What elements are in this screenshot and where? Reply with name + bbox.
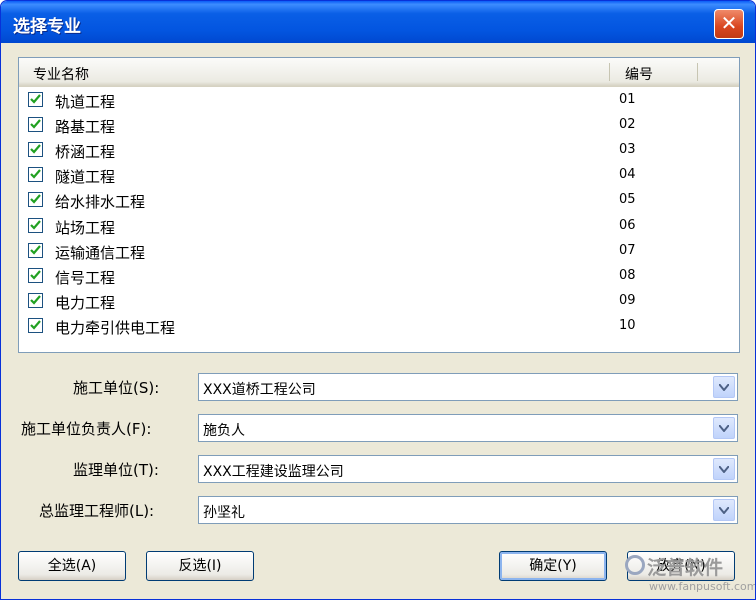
invert-selection-button[interactable]: 反选(I): [146, 551, 254, 581]
checkbox[interactable]: [28, 292, 43, 308]
checkbox[interactable]: [28, 317, 43, 333]
specialty-name: 隧道工程: [55, 168, 116, 187]
specialty-code: 08: [619, 267, 636, 283]
chevron-down-icon[interactable]: [713, 499, 735, 521]
check-icon: [30, 144, 41, 154]
list-item[interactable]: 隧道工程 04: [19, 163, 739, 188]
title-bar[interactable]: 选择专业 ✕: [1, 1, 755, 43]
construction-unit-combo[interactable]: XXX道桥工程公司: [198, 373, 738, 401]
construction-manager-combo[interactable]: 施负人: [198, 414, 738, 442]
select-all-button[interactable]: 全选(A): [18, 551, 126, 581]
chevron-down-icon[interactable]: [713, 376, 735, 398]
check-icon: [30, 194, 41, 205]
specialty-name: 电力工程: [55, 293, 116, 312]
specialty-code: 02: [619, 117, 636, 133]
specialty-name: 给水排水工程: [55, 193, 146, 212]
list-item[interactable]: 路基工程 02: [19, 113, 739, 138]
specialty-name: 运输通信工程: [55, 243, 146, 262]
specialty-name: 轨道工程: [55, 93, 116, 111]
check-icon: [30, 295, 41, 305]
check-icon: [30, 169, 41, 179]
close-button[interactable]: ✕: [714, 9, 744, 39]
checkbox[interactable]: [28, 142, 43, 158]
ok-button[interactable]: 确定(Y): [499, 551, 607, 581]
specialty-name: 桥涵工程: [55, 143, 116, 162]
list-item[interactable]: 给水排水工程 05: [19, 188, 739, 213]
window-title: 选择专业: [13, 17, 81, 37]
watermark: 泛普软件 www.fanpusoft.com: [625, 553, 755, 597]
specialty-name: 信号工程: [55, 268, 116, 287]
check-icon: [30, 119, 41, 129]
checkbox[interactable]: [28, 217, 43, 233]
list-item[interactable]: 电力牵引供电工程 10: [19, 314, 739, 339]
check-icon: [30, 94, 41, 104]
construction-manager-value: 施负人: [203, 423, 245, 439]
checkbox[interactable]: [28, 242, 43, 258]
watermark-brand: 泛普软件: [647, 557, 724, 579]
supervision-unit-label: 监理单位(T):: [73, 461, 159, 479]
specialty-code: 05: [619, 192, 636, 208]
specialty-code: 10: [619, 317, 636, 333]
list-item[interactable]: 轨道工程 01: [19, 88, 739, 113]
supervision-unit-combo[interactable]: XXX工程建设监理公司: [198, 455, 738, 483]
construction-manager-label: 施工单位负责人(F):: [21, 420, 152, 438]
list-header: 专业名称 编号: [19, 58, 739, 87]
list-item[interactable]: 桥涵工程 03: [19, 138, 739, 163]
checkbox[interactable]: [28, 167, 43, 183]
specialty-list[interactable]: 专业名称 编号 轨道工程 01 路基工程 02 桥涵工程 03 隧道工程 04 给水排水工程 05…: [18, 57, 740, 353]
construction-unit-value: XXX道桥工程公司: [203, 382, 316, 398]
chevron-down-icon[interactable]: [713, 458, 735, 480]
list-item[interactable]: 信号工程 08: [19, 264, 739, 289]
specialty-name: 电力牵引供电工程: [55, 318, 176, 337]
checkbox[interactable]: [28, 192, 43, 208]
construction-unit-label: 施工单位(S):: [73, 379, 160, 397]
chief-supervisor-value: 孙坚礼: [203, 505, 245, 521]
specialty-code: 07: [619, 242, 636, 258]
supervision-unit-value: XXX工程建设监理公司: [203, 464, 344, 480]
specialty-name: 路基工程: [55, 118, 116, 137]
list-item[interactable]: 运输通信工程 07: [19, 239, 739, 264]
specialty-code: 09: [619, 292, 636, 308]
column-header-code[interactable]: 编号: [625, 64, 653, 84]
specialty-code: 04: [619, 167, 636, 183]
checkbox[interactable]: [28, 267, 43, 283]
specialty-code: 01: [619, 92, 636, 107]
check-icon: [30, 244, 41, 255]
dialog-window: 选择专业 ✕ 专业名称 编号 轨道工程 01 路基工程 02 桥涵工程 03 隧道工程 04 给…: [0, 0, 756, 600]
column-divider[interactable]: [697, 63, 698, 81]
checkbox[interactable]: [28, 92, 43, 107]
check-icon: [30, 219, 41, 230]
watermark-url: www.fanpusoft.com: [649, 580, 756, 593]
specialty-code: 06: [619, 217, 636, 233]
column-divider[interactable]: [609, 63, 610, 81]
specialty-code: 03: [619, 142, 636, 158]
check-icon: [30, 320, 41, 330]
brand-logo-icon: [625, 555, 645, 575]
column-header-name[interactable]: 专业名称: [33, 64, 89, 84]
list-item[interactable]: 电力工程 09: [19, 289, 739, 314]
check-icon: [30, 269, 41, 280]
list-item[interactable]: 站场工程 06: [19, 214, 739, 239]
checkbox[interactable]: [28, 117, 43, 133]
chief-supervisor-label: 总监理工程师(L):: [39, 502, 155, 520]
chevron-down-icon[interactable]: [713, 417, 735, 439]
specialty-name: 站场工程: [55, 218, 116, 237]
chief-supervisor-combo[interactable]: 孙坚礼: [198, 496, 738, 524]
